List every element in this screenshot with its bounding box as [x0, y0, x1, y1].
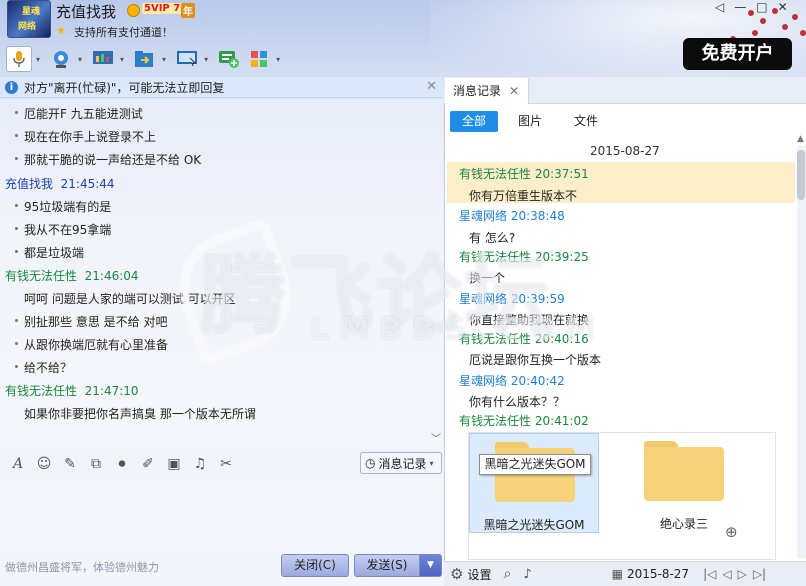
screen-share-icon[interactable] [90, 46, 116, 72]
clock-icon: ◷ [365, 456, 376, 470]
history-filters: 全部 图片 文件 [444, 108, 806, 134]
history-bottom-bar: ⚙ 设置 ⌕ ♪ ▦ 2015-8-27 |◁ ◁ ▷ ▷| [444, 561, 806, 586]
chevron-down-icon[interactable]: ▼ [419, 555, 441, 576]
filter-images[interactable]: 图片 [506, 111, 554, 132]
emoji-icon[interactable]: ☺ [32, 456, 56, 472]
avatar-text-2: 网络 [18, 22, 37, 32]
history-date: 2015-8-27 [626, 567, 690, 581]
chevron-down-icon: ▾ [429, 458, 434, 468]
vip-badge[interactable]: 5VIP 7 [142, 3, 183, 14]
folder-icon [644, 441, 724, 501]
away-notice: i 对方"离开(忙碌)"，可能无法立即回复 ✕ [0, 77, 443, 98]
scissors-icon[interactable]: ✂ [214, 456, 238, 472]
speaker-icon[interactable]: ♪ [523, 567, 531, 582]
gear-icon[interactable]: ⚙ [450, 565, 463, 583]
file-card[interactable]: 绝心录三 [619, 433, 749, 533]
zoom-in-icon[interactable]: ⊕ [725, 523, 738, 541]
close-tab-icon[interactable]: ✕ [509, 84, 519, 98]
image-icon[interactable]: ▣ [162, 456, 186, 472]
input-placeholder: 做德州昌盛将军，体验德州魅力 [5, 561, 159, 574]
history-button-label: 消息记录 [378, 456, 427, 471]
filter-files[interactable]: 文件 [562, 111, 610, 132]
chevron-down-icon[interactable]: ▾ [276, 55, 280, 64]
chevron-down-icon[interactable]: ▾ [78, 55, 82, 64]
history-message: 你有什么版本？？ [469, 395, 566, 409]
file-tooltip: 黑暗之光迷失GOM [479, 454, 591, 475]
vip-year-badge: 年 [181, 3, 195, 18]
minimize-button[interactable]: — [734, 0, 746, 14]
watermark-subtext: LMBBS.COM [310, 312, 606, 347]
microphone-icon[interactable] [6, 46, 32, 72]
font-icon[interactable]: A [6, 456, 30, 472]
window-controls: ◁ — □ ✕ [715, 0, 788, 14]
next-page-icon[interactable]: ▷ [738, 567, 747, 581]
filter-all[interactable]: 全部 [450, 111, 498, 132]
tab-message-history[interactable]: 消息记录 ✕ [445, 78, 529, 104]
apps-icon[interactable] [246, 46, 272, 72]
settings-link[interactable]: 设置 [467, 566, 491, 583]
info-icon: i [5, 80, 18, 94]
history-sender: 星魂网络 20:40:42 [459, 374, 565, 388]
star-icon: ★ [56, 24, 66, 37]
collapse-chevron-icon[interactable]: ﹀ [431, 430, 441, 445]
close-button[interactable]: 关闭(C) [281, 554, 349, 577]
history-sender: 星魂网络 20:38:48 [459, 209, 565, 223]
chevron-down-icon[interactable]: ▾ [120, 55, 124, 64]
notice-text: 对方"离开(忙碌)"，可能无法立即回复 [24, 80, 225, 95]
add-chat-icon[interactable] [216, 46, 242, 72]
message-history-button[interactable]: ◷ 消息记录 ▾ [360, 452, 442, 474]
history-sender: 有钱无法任性 20:41:02 [459, 414, 589, 428]
message-input[interactable] [0, 478, 443, 550]
avatar[interactable]: 星魂 网络 [7, 0, 51, 38]
avatar-text-1: 星魂 [22, 7, 41, 17]
close-notice-button[interactable]: ✕ [426, 79, 437, 94]
music-icon[interactable]: ♫ [188, 456, 212, 472]
contact-name[interactable]: 充值找我 [56, 1, 116, 22]
vip-crown-icon [127, 4, 140, 17]
skin-button[interactable]: ◁ [715, 0, 724, 14]
previous-page-icon[interactable]: ◁ [722, 567, 731, 581]
video-icon[interactable] [48, 46, 74, 72]
magic-icon[interactable]: ✎ [58, 456, 82, 472]
contact-signature: 支持所有支付通道！ [74, 26, 173, 39]
promo-button[interactable]: 免费开户 [683, 38, 792, 70]
chevron-down-icon[interactable]: ▾ [204, 55, 208, 64]
maximize-button[interactable]: □ [756, 0, 767, 14]
scrollbar-thumb[interactable] [797, 150, 805, 200]
voice-icon[interactable]: ⏺ [110, 456, 134, 472]
scroll-up-icon[interactable]: ▲ [797, 134, 804, 144]
edit-icon[interactable]: ✐ [136, 456, 160, 472]
screenshot-icon[interactable]: ⧉ [84, 456, 108, 472]
file-name: 黑暗之光迷失GOM [483, 518, 585, 532]
remote-desktop-icon[interactable] [174, 46, 200, 72]
search-icon[interactable]: ⌕ [503, 566, 511, 582]
history-message: 你有万倍重生版本不 [469, 189, 578, 203]
history-message: 厄说是跟你互换一个版本 [469, 353, 602, 367]
chat-toolbar: ▾ ▾ ▾ ▾ ▾ ▾ [0, 44, 330, 74]
calendar-icon[interactable]: ▦ [612, 567, 623, 581]
date-separator: 2015-08-27 [590, 144, 660, 158]
close-window-button[interactable]: ✕ [778, 0, 788, 14]
chevron-down-icon[interactable]: ▾ [162, 55, 166, 64]
chevron-down-icon[interactable]: ▾ [36, 55, 40, 64]
history-scrollbar[interactable] [797, 146, 806, 558]
file-transfer-icon[interactable] [132, 46, 158, 72]
history-sender: 有钱无法任性 20:37:51 [459, 167, 589, 181]
last-page-icon[interactable]: ▷| [753, 567, 766, 581]
send-button[interactable]: 发送(S) ▼ [354, 554, 442, 577]
first-page-icon[interactable]: |◁ [703, 567, 716, 581]
tab-label: 消息记录 [453, 84, 502, 98]
file-card[interactable]: 黑暗之光迷失GOM [469, 433, 599, 533]
send-button-label: 发送(S) [366, 558, 408, 572]
